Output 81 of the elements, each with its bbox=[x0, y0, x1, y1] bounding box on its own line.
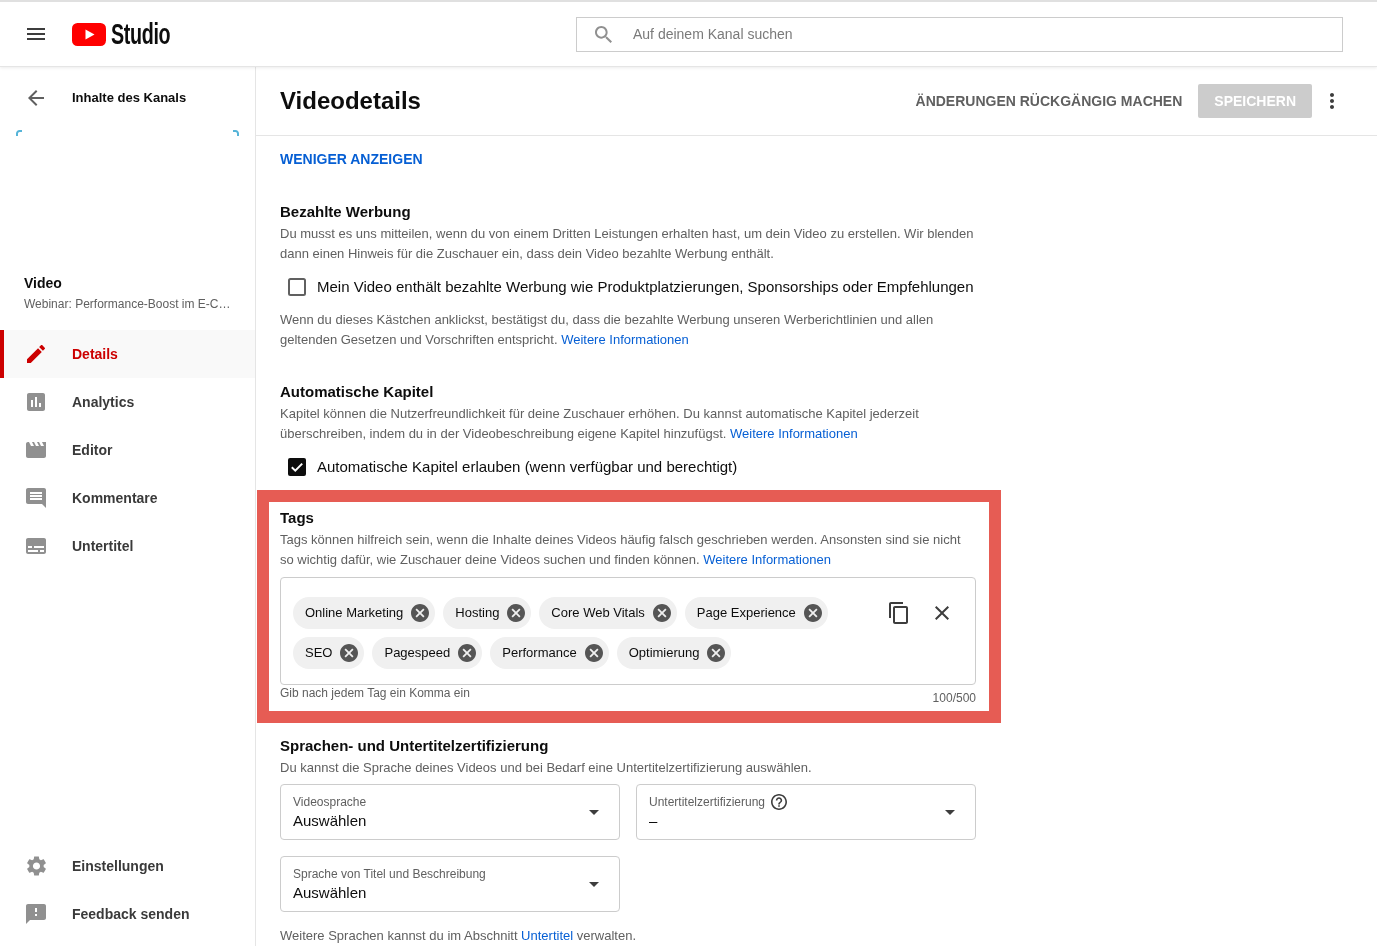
section-description: Du musst es uns mitteilen, wenn du von einem Dritten Leistungen erhalten hast, um dein Video zu erstellen. Wir blenden dann einen Hinweis für die Zuschauer ein, dass dein Video bezahlte Werbung enthält. bbox=[280, 225, 975, 263]
show-less-link[interactable]: WENIGER ANZEIGEN bbox=[280, 150, 423, 168]
back-arrow-icon bbox=[28, 90, 44, 106]
dropdown-field[interactable]: Videosprache Auswählen bbox=[280, 784, 620, 840]
remove-icon[interactable] bbox=[340, 644, 359, 662]
nav-item[interactable]: Einstellungen bbox=[0, 842, 255, 890]
remove-icon[interactable] bbox=[507, 604, 526, 622]
more-info-link[interactable]: Weitere Informationen bbox=[703, 552, 831, 567]
close-icon[interactable] bbox=[935, 606, 949, 620]
dropdown-value: Auswählen bbox=[293, 811, 367, 831]
tag-chip[interactable]: SEO bbox=[293, 637, 365, 669]
clapperboard-icon bbox=[26, 442, 46, 458]
bar-chart-icon bbox=[27, 393, 45, 411]
remove-icon[interactable] bbox=[411, 604, 430, 622]
dropdown-label: Videosprache bbox=[293, 794, 367, 810]
tag-chip[interactable]: Hosting bbox=[443, 597, 532, 629]
menu-icon[interactable] bbox=[27, 28, 45, 40]
tag-chip[interactable]: Core Web Vitals bbox=[539, 597, 677, 629]
more-options-icon[interactable] bbox=[1330, 93, 1334, 109]
nav-item[interactable]: Kommentare bbox=[0, 474, 255, 522]
tag-counter: 100/500 bbox=[932, 690, 976, 706]
remove-icon[interactable] bbox=[652, 604, 671, 622]
nav-item[interactable]: Feedback senden bbox=[0, 890, 255, 938]
tags-input-field[interactable]: Online Marketing Hosting Core Web Vitals Page Experience SEO Pagespeed Performance Optimierung bbox=[280, 577, 976, 685]
tag-chip[interactable]: Page Experience bbox=[684, 597, 828, 629]
hint-text: Gib nach jedem Tag ein Komma ein bbox=[280, 685, 470, 701]
corner-mark-icon bbox=[233, 130, 239, 136]
checkbox-label: Mein Video enthält bezahlte Werbung wie Produktplatzierungen, Sponsorships oder Empfehlungen bbox=[317, 276, 974, 297]
more-info-link[interactable]: Weitere Informationen bbox=[730, 426, 858, 441]
remove-icon[interactable] bbox=[584, 644, 603, 662]
remove-icon[interactable] bbox=[458, 644, 477, 662]
tag-chip[interactable]: Pagespeed bbox=[372, 637, 483, 669]
checkbox[interactable] bbox=[288, 458, 306, 476]
undo-button[interactable]: ÄNDERUNGEN RÜCKGÄNGIG MACHEN bbox=[899, 83, 1199, 119]
more-info-link[interactable]: Weitere Informationen bbox=[561, 332, 689, 347]
feedback-icon bbox=[26, 904, 46, 924]
tag-chip[interactable]: Performance bbox=[490, 637, 609, 669]
section-title: Automatische Kapitel bbox=[280, 382, 434, 402]
dropdown-value: – bbox=[649, 811, 658, 831]
section-description: Tags können hilfreich sein, wenn die Inhalte deines Videos häufig falsch geschrieben werden. Ansonsten sind sie nicht so wichtig dafür, wie Zuschauer deine Videos suchen und finden können. Weitere Informationen bbox=[280, 531, 962, 569]
tag-chip[interactable]: Optimierung bbox=[616, 637, 732, 669]
dropdown-label: Untertitelzertifizierung bbox=[649, 794, 766, 810]
video-heading: Video bbox=[24, 274, 63, 292]
section-description: Du kannst die Sprache deines Videos und bei Bedarf eine Untertitelzertifizierung auswählen. bbox=[280, 759, 813, 777]
checkbox[interactable] bbox=[288, 278, 306, 296]
video-title: Webinar: Performance-Boost im E-C… bbox=[24, 296, 232, 312]
dropdown-value: Auswählen bbox=[293, 883, 367, 903]
checkbox-label: Automatische Kapitel erlauben (wenn verfügbar und berechtigt) bbox=[317, 456, 738, 477]
search-field[interactable]: Auf deinem Kanal suchen bbox=[576, 16, 1343, 52]
section-note: Wenn du dieses Kästchen anklickst, bestätigst du, dass die bezahlte Werbung unseren Werberichtlinien und allen geltenden Gesetzen und Vorschriften entspricht. Weitere Informationen bbox=[280, 311, 935, 349]
comment-icon bbox=[26, 488, 46, 508]
section-title: Sprachen- und Untertitelzertifizierung bbox=[280, 736, 549, 756]
remove-icon[interactable] bbox=[803, 604, 822, 622]
nav-item[interactable]: Editor bbox=[0, 426, 255, 474]
dropdown-field[interactable]: Sprache von Titel und Beschreibung Auswählen bbox=[280, 856, 620, 912]
back-link[interactable]: Inhalte des Kanals bbox=[0, 67, 255, 129]
pencil-icon bbox=[27, 345, 45, 363]
subtitles-link[interactable]: Untertitel bbox=[521, 928, 574, 943]
search-icon bbox=[595, 25, 612, 43]
dropdown-label: Sprache von Titel und Beschreibung bbox=[293, 866, 486, 882]
section-title: Tags bbox=[280, 508, 315, 528]
settings-icon bbox=[26, 856, 46, 876]
section-title: Bezahlte Werbung bbox=[280, 202, 411, 222]
section-note: Weitere Sprachen kannst du im Abschnitt Untertitel verwalten. bbox=[280, 927, 636, 945]
nav-item[interactable]: Details bbox=[0, 330, 255, 378]
subtitles-icon bbox=[26, 538, 46, 554]
logo-text: Studio bbox=[111, 19, 171, 49]
page-title: Videodetails bbox=[280, 86, 421, 116]
nav-item[interactable]: Untertitel bbox=[0, 522, 255, 570]
dropdown-arrow-icon bbox=[589, 881, 599, 887]
dropdown-arrow-icon bbox=[945, 809, 955, 815]
section-description: Kapitel können die Nutzerfreundlichkeit für deine Zuschauer erhöhen. Du kannst automatische Kapitel jederzeit überschreiben, indem du in der Videobeschreibung eigene Kapitel hinzufügst. Weitere Informationen bbox=[280, 405, 920, 443]
logo-icon[interactable] bbox=[72, 22, 106, 46]
corner-mark-icon bbox=[16, 130, 22, 136]
help-icon[interactable] bbox=[771, 794, 788, 810]
dropdown-arrow-icon bbox=[589, 809, 599, 815]
dropdown-field[interactable]: Untertitelzertifizierung – bbox=[636, 784, 976, 840]
nav-item[interactable]: Analytics bbox=[0, 378, 255, 426]
remove-icon[interactable] bbox=[707, 644, 726, 662]
tag-chip[interactable]: Online Marketing bbox=[293, 597, 436, 629]
copy-icon[interactable] bbox=[888, 602, 908, 624]
